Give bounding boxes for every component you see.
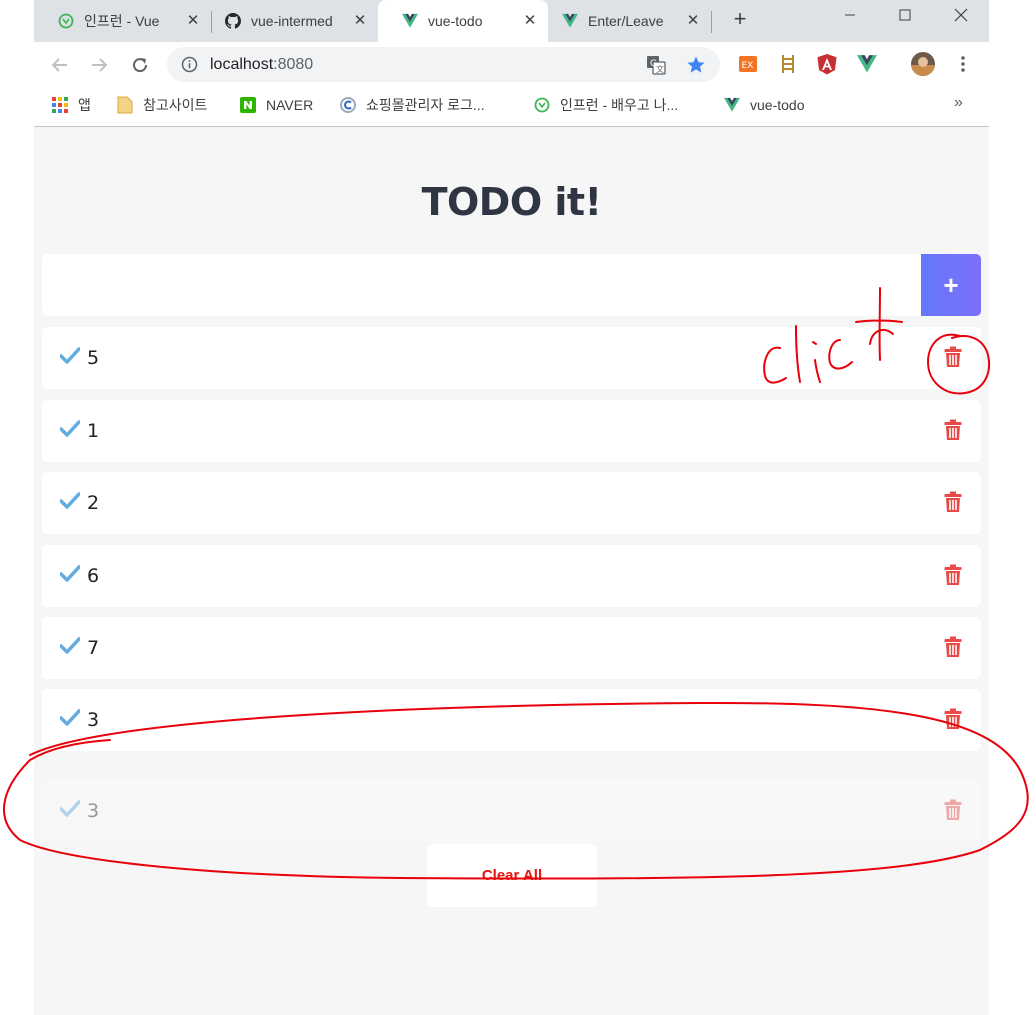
- todo-text: 2: [87, 492, 100, 514]
- todo-item: 1: [42, 400, 981, 462]
- menu-kebab-icon[interactable]: [952, 53, 974, 75]
- vue-devtools-icon[interactable]: [856, 53, 878, 75]
- bookmark-label: 인프런 - 배우고 나...: [560, 97, 679, 113]
- inflearn-icon: [58, 13, 74, 29]
- url-port: :8080: [273, 56, 314, 73]
- trash-icon[interactable]: [944, 491, 962, 513]
- check-icon[interactable]: [59, 565, 81, 583]
- info-icon[interactable]: [181, 56, 198, 78]
- tab-title: vue-todo: [428, 13, 483, 29]
- bookmark-label: 쇼핑몰관리자 로그...: [366, 97, 485, 113]
- trash-icon[interactable]: [944, 346, 962, 368]
- svg-text:文: 文: [656, 64, 664, 74]
- bookmarks-bar: 앱 참고사이트 NAVER 쇼핑몰관리자 로그... 인프런 - 배우고 나..…: [34, 88, 989, 127]
- todo-item: 3: [42, 689, 981, 751]
- close-window-icon[interactable]: [938, 0, 984, 30]
- naver-icon: [240, 97, 256, 113]
- translate-icon[interactable]: G文: [646, 55, 666, 80]
- bookmark-inflearn[interactable]: 인프런 - 배우고 나...: [534, 94, 678, 116]
- bookmark-apps[interactable]: 앱: [52, 94, 91, 116]
- url-text: localhost:8080: [210, 56, 313, 74]
- forward-arrow-icon[interactable]: [86, 52, 112, 78]
- new-tab-button[interactable]: +: [728, 8, 752, 32]
- check-icon[interactable]: [59, 800, 81, 818]
- bookmark-label: NAVER: [266, 97, 314, 113]
- bookmark-label: 앱: [78, 97, 91, 113]
- tab-github[interactable]: vue-intermed ✕: [201, 0, 378, 42]
- tab-enter-leave[interactable]: Enter/Leave ✕: [538, 0, 711, 42]
- todo-input-container: +: [42, 254, 981, 316]
- bookmark-star-icon[interactable]: [686, 55, 706, 80]
- page-title: TODO it!: [421, 180, 602, 224]
- back-arrow-icon[interactable]: [47, 52, 73, 78]
- todo-text: 7: [87, 637, 100, 659]
- trash-icon[interactable]: [944, 636, 962, 658]
- tab-separator: [711, 11, 712, 33]
- github-icon: [225, 13, 241, 29]
- angular-icon[interactable]: [816, 53, 838, 75]
- bookmark-label: vue-todo: [750, 97, 805, 113]
- trash-icon[interactable]: [944, 419, 962, 441]
- todo-text: 3: [87, 709, 100, 731]
- todo-item: 7: [42, 617, 981, 679]
- trash-icon[interactable]: [944, 799, 962, 821]
- reload-icon[interactable]: [127, 52, 153, 78]
- check-icon[interactable]: [59, 492, 81, 510]
- todo-item: 5: [42, 327, 981, 389]
- todo-text: 3: [87, 800, 100, 822]
- apps-grid-icon: [52, 97, 68, 113]
- ladder-extension-icon[interactable]: [777, 53, 799, 75]
- bookmark-label: 참고사이트: [143, 97, 208, 113]
- vue-icon: [562, 13, 578, 29]
- bookmark-folder-reference[interactable]: 참고사이트: [117, 94, 207, 116]
- url-host: localhost: [210, 56, 274, 73]
- todo-text: 1: [87, 420, 100, 442]
- browser-window: 인프런 - Vue ✕ vue-intermed ✕ vue-todo ✕ En…: [34, 0, 989, 1015]
- trash-icon[interactable]: [944, 708, 962, 730]
- clear-all-button[interactable]: Clear All: [427, 844, 597, 907]
- ex-extension-icon[interactable]: EX: [737, 53, 759, 75]
- check-icon[interactable]: [59, 637, 81, 655]
- tab-vue-todo[interactable]: vue-todo ✕: [378, 0, 548, 42]
- plus-icon: +: [943, 269, 959, 300]
- cafe24-icon: [340, 97, 356, 113]
- bookmarks-overflow-button[interactable]: »: [954, 94, 963, 112]
- todo-item-leaving: 3: [42, 780, 981, 842]
- address-bar[interactable]: localhost:8080 G文: [167, 47, 720, 82]
- browser-toolbar: localhost:8080 G文 EX: [34, 42, 989, 88]
- trash-icon[interactable]: [944, 564, 962, 586]
- minimize-icon[interactable]: [827, 0, 873, 30]
- tab-strip: 인프런 - Vue ✕ vue-intermed ✕ vue-todo ✕ En…: [34, 0, 989, 42]
- bookmark-naver[interactable]: NAVER: [240, 94, 313, 116]
- avatar[interactable]: [910, 51, 936, 77]
- svg-text:EX: EX: [742, 61, 754, 71]
- close-tab-icon[interactable]: ✕: [522, 13, 538, 29]
- check-icon[interactable]: [59, 420, 81, 438]
- tab-title: Enter/Leave: [588, 13, 664, 29]
- folder-icon: [117, 96, 133, 114]
- tab-inflearn[interactable]: 인프런 - Vue ✕: [34, 0, 211, 42]
- bookmark-shop-admin[interactable]: 쇼핑몰관리자 로그...: [340, 94, 485, 116]
- todo-text: 6: [87, 565, 100, 587]
- vue-icon: [402, 13, 418, 29]
- close-tab-icon[interactable]: ✕: [685, 13, 701, 29]
- todo-item: 2: [42, 472, 981, 534]
- vue-icon: [724, 97, 740, 113]
- close-tab-icon[interactable]: ✕: [185, 13, 201, 29]
- inflearn-icon: [534, 97, 550, 113]
- add-todo-button[interactable]: +: [921, 254, 981, 316]
- tab-title: vue-intermed: [251, 13, 333, 29]
- todo-input[interactable]: [42, 254, 921, 316]
- close-tab-icon[interactable]: ✕: [352, 13, 368, 29]
- todo-text: 5: [87, 347, 100, 369]
- todo-item: 6: [42, 545, 981, 607]
- check-icon[interactable]: [59, 709, 81, 727]
- todo-app: TODO it! + Clear All 5 1 2 6 7 3 3: [34, 128, 989, 1015]
- bookmark-vue-todo[interactable]: vue-todo: [724, 94, 804, 116]
- maximize-icon[interactable]: [882, 0, 928, 30]
- check-icon[interactable]: [59, 347, 81, 365]
- tab-title: 인프런 - Vue: [84, 13, 160, 29]
